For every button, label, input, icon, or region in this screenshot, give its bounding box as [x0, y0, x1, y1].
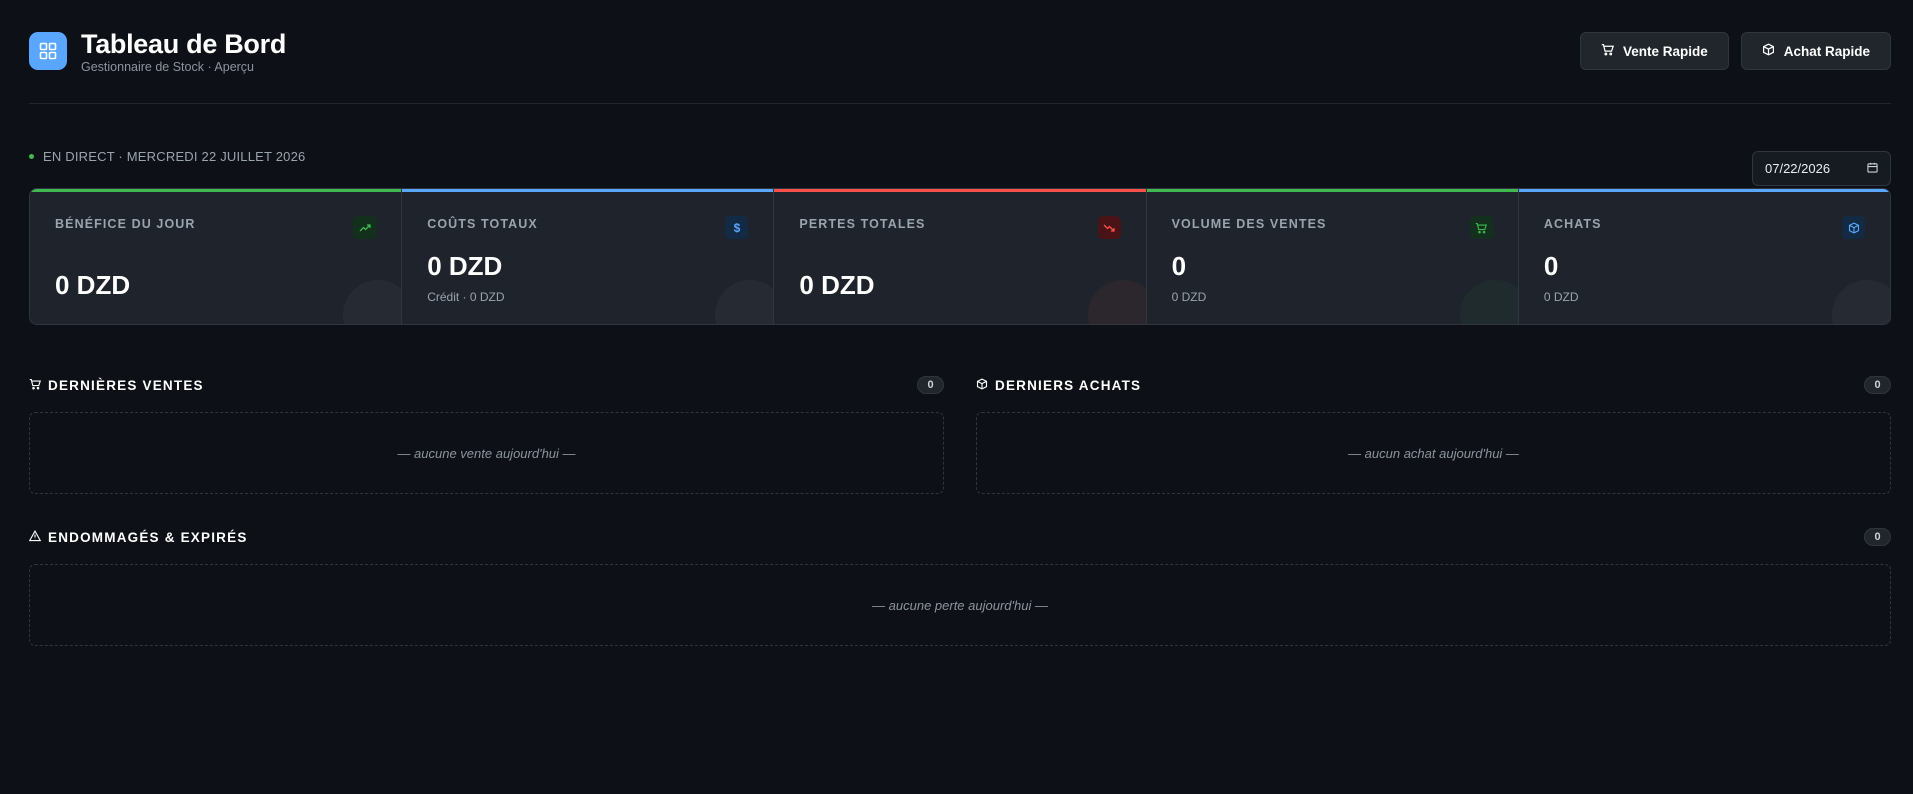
- sales-count-badge: 0: [917, 376, 944, 394]
- sales-empty-state: — aucune vente aujourd'hui —: [29, 412, 944, 494]
- box-icon: [1842, 216, 1866, 239]
- warning-icon: [28, 529, 42, 545]
- purchases-count-badge: 0: [1864, 376, 1891, 394]
- stat-value: 0 DZD: [55, 270, 131, 300]
- losses-title-text: ENDOMMAGÉS & EXPIRÉS: [48, 529, 248, 545]
- cart-icon: [1469, 216, 1493, 239]
- box-icon: [1762, 43, 1775, 59]
- brand: Tableau de Bord Gestionnaire de Stock · …: [29, 29, 286, 74]
- stat-decoration: [343, 280, 401, 324]
- cart-icon: [29, 378, 42, 393]
- quick-purchase-label: Achat Rapide: [1783, 43, 1870, 59]
- box-icon: [976, 377, 988, 393]
- stats-panel: BÉNÉFICE DU JOUR 0 DZD COÛTS TOTAUX $ 0 …: [29, 188, 1891, 325]
- stat-decoration: [1832, 280, 1890, 324]
- live-status: EN DIRECT · MERCREDI 22 JUILLET 2026: [29, 149, 305, 164]
- dollar-icon: $: [725, 216, 749, 239]
- stat-value: 0 DZD: [427, 251, 503, 281]
- losses-section-header: ENDOMMAGÉS & EXPIRÉS 0: [28, 527, 1891, 547]
- stat-label: VOLUME DES VENTES: [1171, 217, 1327, 231]
- stat-label: PERTES TOTALES: [799, 217, 926, 231]
- header-divider: [29, 103, 1891, 104]
- stat-accent-bar: [30, 189, 402, 192]
- stat-accent-bar: [1146, 189, 1518, 192]
- stat-card-sales-volume: VOLUME DES VENTES 0 0 DZD: [1146, 189, 1519, 324]
- sales-section-title: DERNIÈRES VENTES: [29, 378, 204, 393]
- purchases-section-header: DERNIERS ACHATS 0: [976, 375, 1891, 395]
- date-picker[interactable]: 07/22/2026: [1752, 151, 1891, 186]
- quick-sale-label: Vente Rapide: [1622, 43, 1708, 59]
- page-subtitle: Gestionnaire de Stock · Aperçu: [81, 59, 255, 74]
- live-dot-icon: [29, 154, 34, 159]
- stat-sub: 0 DZD: [1543, 290, 1579, 304]
- stat-accent-bar: [1518, 189, 1890, 192]
- header-actions: Vente Rapide Achat Rapide: [1579, 32, 1891, 70]
- losses-empty-text: — aucune perte aujourd'hui —: [872, 597, 1048, 613]
- page-title: Tableau de Bord: [81, 28, 287, 59]
- purchases-title-text: DERNIERS ACHATS: [995, 377, 1142, 393]
- quick-sale-button[interactable]: Vente Rapide: [1579, 32, 1729, 70]
- dashboard-icon: [29, 32, 67, 70]
- stat-accent-bar: [402, 189, 774, 192]
- sales-empty-text: — aucune vente aujourd'hui —: [397, 445, 576, 461]
- cart-icon: [1601, 43, 1614, 59]
- stat-card-profit: BÉNÉFICE DU JOUR 0 DZD: [30, 189, 403, 324]
- stat-sub: Crédit · 0 DZD: [427, 290, 505, 304]
- stat-card-purchases: ACHATS 0 0 DZD: [1518, 189, 1890, 324]
- stat-decoration: [1459, 280, 1518, 324]
- purchases-empty-text: — aucun achat aujourd'hui —: [1348, 445, 1519, 461]
- stat-decoration: [715, 280, 773, 324]
- stat-accent-bar: [774, 189, 1146, 192]
- stat-label: BÉNÉFICE DU JOUR: [55, 217, 196, 231]
- trending-up-icon: [353, 216, 377, 239]
- losses-count-badge: 0: [1864, 528, 1891, 546]
- calendar-icon[interactable]: [1867, 161, 1878, 176]
- losses-section-title: ENDOMMAGÉS & EXPIRÉS: [28, 529, 248, 545]
- trending-down-icon: [1097, 216, 1121, 239]
- sales-section-header: DERNIÈRES VENTES 0: [29, 375, 944, 395]
- stat-decoration: [1087, 280, 1146, 324]
- stat-card-costs: COÛTS TOTAUX $ 0 DZD Crédit · 0 DZD: [402, 189, 775, 324]
- date-value: 07/22/2026: [1765, 161, 1831, 176]
- purchases-empty-state: — aucun achat aujourd'hui —: [976, 412, 1891, 494]
- purchases-section-title: DERNIERS ACHATS: [976, 378, 1141, 393]
- stat-label: ACHATS: [1543, 217, 1602, 231]
- stat-value: 0: [1543, 251, 1559, 281]
- stat-label: COÛTS TOTAUX: [427, 217, 538, 231]
- stat-sub: 0 DZD: [1171, 290, 1207, 304]
- stat-value: 0 DZD: [799, 270, 875, 300]
- stat-value: 0: [1171, 251, 1187, 281]
- sales-title-text: DERNIÈRES VENTES: [48, 377, 204, 393]
- stat-card-losses: PERTES TOTALES 0 DZD: [774, 189, 1147, 324]
- live-status-text: EN DIRECT · MERCREDI 22 JUILLET 2026: [43, 149, 306, 164]
- losses-empty-state: — aucune perte aujourd'hui —: [29, 564, 1891, 646]
- quick-purchase-button[interactable]: Achat Rapide: [1740, 32, 1891, 70]
- page-header: Tableau de Bord Gestionnaire de Stock · …: [29, 28, 1891, 74]
